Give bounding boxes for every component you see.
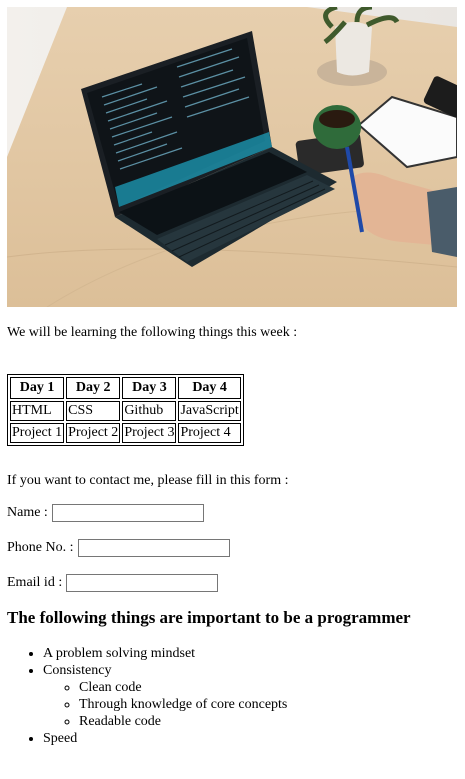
- table-cell: JavaScript: [178, 401, 241, 421]
- table-cell: CSS: [66, 401, 121, 421]
- list-item: Through knowledge of core concepts: [79, 696, 287, 713]
- list-item: Speed: [43, 730, 287, 747]
- table-header-cell: Day 1: [10, 377, 65, 399]
- list-item: A problem solving mindset: [43, 645, 287, 662]
- table-cell: Project 3: [122, 423, 177, 443]
- list-item: Consistency Clean code Through knowledge…: [43, 662, 287, 730]
- schedule-table: Day 1 Day 2 Day 3 Day 4 HTML CSS Github …: [7, 374, 244, 446]
- phone-row: Phone No. :: [7, 539, 230, 557]
- contact-prompt: If you want to contact me, please fill i…: [7, 473, 289, 488]
- consistency-sublist: Clean code Through knowledge of core con…: [43, 679, 287, 730]
- list-item-label: Consistency: [43, 663, 112, 678]
- table-cell: Project 2: [66, 423, 121, 443]
- name-row: Name :: [7, 504, 204, 522]
- list-item: Readable code: [79, 713, 287, 730]
- important-heading: The following things are important to be…: [7, 608, 411, 627]
- table-header-cell: Day 4: [178, 377, 241, 399]
- email-row: Email id :: [7, 574, 219, 592]
- table-cell: Project 4: [178, 423, 241, 443]
- table-header-row: Day 1 Day 2 Day 3 Day 4: [10, 377, 241, 399]
- table-cell: HTML: [10, 401, 65, 421]
- email-label: Email id :: [7, 575, 63, 590]
- table-row: Project 1 Project 2 Project 3 Project 4: [10, 423, 241, 443]
- table-row: HTML CSS Github JavaScript: [10, 401, 241, 421]
- important-list: A problem solving mindset Consistency Cl…: [7, 645, 287, 747]
- laptop-photo: [7, 7, 457, 307]
- list-item: Clean code: [79, 679, 287, 696]
- table-header-cell: Day 3: [122, 377, 177, 399]
- phone-input[interactable]: [77, 539, 230, 557]
- table-header-cell: Day 2: [66, 377, 121, 399]
- table-cell: Project 1: [10, 423, 65, 443]
- name-input[interactable]: [51, 504, 204, 522]
- phone-label: Phone No. :: [7, 540, 74, 555]
- table-cell: Github: [122, 401, 177, 421]
- name-label: Name :: [7, 505, 48, 520]
- email-input[interactable]: [66, 574, 219, 592]
- intro-text: We will be learning the following things…: [7, 325, 298, 340]
